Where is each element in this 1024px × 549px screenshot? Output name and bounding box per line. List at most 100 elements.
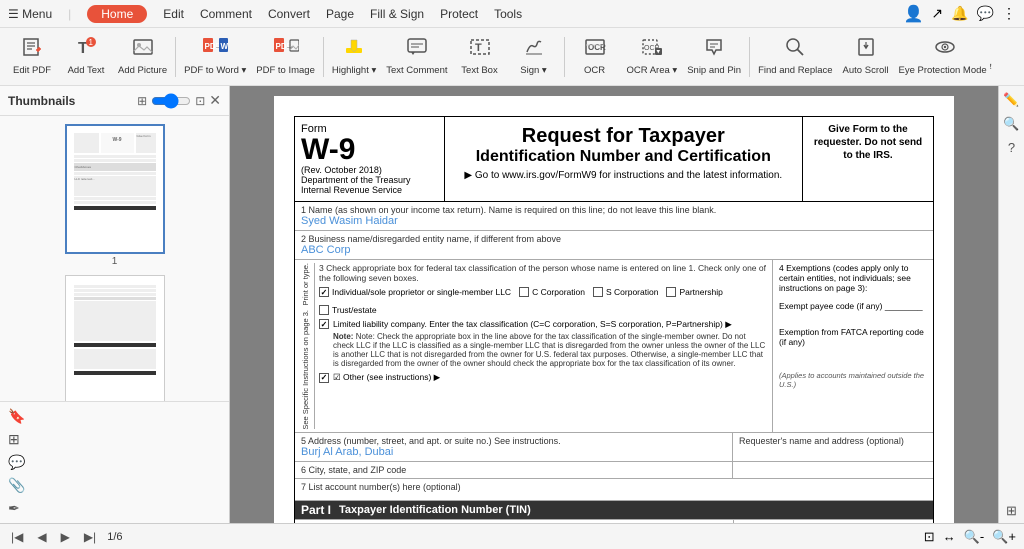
tax-classification-checkboxes: ✓ Individual/sole proprietor or single-m… bbox=[319, 287, 766, 315]
add-picture-label: Add Picture bbox=[118, 66, 167, 76]
chat-icon[interactable]: 💬 bbox=[977, 5, 994, 22]
see-specific-label: See Specific Instructions on page 3. bbox=[301, 310, 310, 430]
thumbnail-page-1[interactable]: W-9 Give Form Checkboxes LLC note text..… bbox=[8, 124, 221, 267]
checkbox-trust[interactable]: Trust/estate bbox=[319, 305, 377, 315]
form-field-1-value[interactable]: Syed Wasim Haidar bbox=[301, 215, 927, 227]
llc-row: ✓ Limited liability company. Enter the t… bbox=[319, 319, 766, 368]
llc-content: Limited liability company. Enter the tax… bbox=[333, 319, 766, 368]
form-field-4: 4 Exemptions (codes apply only to certai… bbox=[773, 260, 933, 432]
add-picture-button[interactable]: Add Picture bbox=[114, 31, 171, 83]
add-picture-icon bbox=[132, 36, 154, 64]
thumbnail-toolbar: ⊞ ⊡ ✕ bbox=[137, 92, 221, 109]
field-5-value[interactable]: Burj Al Arab, Dubai bbox=[301, 446, 726, 458]
svg-text:OCR: OCR bbox=[588, 43, 606, 52]
fit-width-button[interactable]: ↔ bbox=[943, 529, 956, 544]
menu-item-comment[interactable]: Comment bbox=[200, 7, 252, 21]
form-row-6: 6 City, state, and ZIP code bbox=[295, 462, 933, 479]
find-replace-label: Find and Replace bbox=[758, 66, 832, 76]
checkbox-partnership-box bbox=[666, 287, 676, 297]
highlight-button[interactable]: Highlight ▾ bbox=[328, 31, 380, 83]
form-field-2-value[interactable]: ABC Corp bbox=[301, 244, 927, 256]
left-panel-layers-icon[interactable]: ⊞ bbox=[8, 431, 221, 448]
edit-pdf-button[interactable]: Edit PDF bbox=[6, 31, 58, 83]
ocr-area-button[interactable]: OCR▾ OCR Area ▾ bbox=[623, 31, 682, 83]
ocr-icon: OCR bbox=[584, 36, 606, 64]
menu-item-menu[interactable]: ☰ Menu bbox=[8, 7, 52, 21]
checkbox-other-box[interactable]: ✓ bbox=[319, 373, 329, 383]
menu-item-protect[interactable]: Protect bbox=[440, 7, 478, 21]
snip-pin-button[interactable]: Snip and Pin bbox=[683, 31, 745, 83]
menu-item-edit[interactable]: Edit bbox=[163, 7, 184, 21]
prev-page-button[interactable]: ◀ bbox=[34, 530, 49, 544]
right-grid-icon[interactable]: ⊞ bbox=[1006, 503, 1017, 519]
notification-icon[interactable]: 🔔 bbox=[951, 5, 968, 22]
print-or-type-label: Print or type. bbox=[301, 263, 310, 306]
thumbnail-page-2[interactable]: 2 bbox=[8, 275, 221, 401]
thumbnail-expand-icon[interactable]: ⊡ bbox=[195, 94, 205, 108]
sign-label: Sign ▾ bbox=[520, 66, 546, 76]
pdf-to-word-button[interactable]: PDF→W PDF to Word ▾ bbox=[180, 31, 250, 83]
w9-form-number-block: Form W-9 (Rev. October 2018) Department … bbox=[295, 117, 444, 201]
first-page-button[interactable]: |◀ bbox=[8, 530, 26, 544]
text-box-icon: T bbox=[469, 36, 491, 64]
menu-item-page[interactable]: Page bbox=[326, 7, 354, 21]
menu-item-fill-sign[interactable]: Fill & Sign bbox=[370, 7, 424, 21]
pdf-content-area[interactable]: Form W-9 (Rev. October 2018) Department … bbox=[230, 86, 998, 523]
w9-form-title-block: Request for Taxpayer Identification Numb… bbox=[444, 117, 803, 201]
left-panel-signature-icon[interactable]: ✒ bbox=[8, 500, 221, 517]
w9-main-title: Request for Taxpayer bbox=[453, 125, 794, 148]
overflow-icon[interactable]: ⋮ bbox=[1002, 5, 1016, 22]
checkbox-llc-box[interactable]: ✓ bbox=[319, 319, 329, 329]
fit-page-button[interactable]: ⊡ bbox=[924, 529, 935, 545]
menu-item-tools[interactable]: Tools bbox=[494, 7, 522, 21]
thumbnail-zoom-slider[interactable] bbox=[151, 93, 191, 109]
pdf-to-image-button[interactable]: PDF→ PDF to Image bbox=[252, 31, 319, 83]
form-row-5-requester: 5 Address (number, street, and apt. or s… bbox=[295, 433, 933, 462]
checkbox-individual[interactable]: ✓ Individual/sole proprietor or single-m… bbox=[319, 287, 511, 297]
w9-url: ▶ Go to www.irs.gov/FormW9 for instructi… bbox=[453, 170, 794, 181]
left-panel-comment-icon[interactable]: 💬 bbox=[8, 454, 221, 471]
w9-form-agency: Department of the Treasury Internal Reve… bbox=[301, 175, 438, 195]
thumbnails-close-icon[interactable]: ✕ bbox=[209, 92, 221, 109]
menu-item-convert[interactable]: Convert bbox=[268, 7, 310, 21]
add-text-button[interactable]: T1 Add Text bbox=[60, 31, 112, 83]
checkbox-s-corp-box bbox=[593, 287, 603, 297]
menu-item-home[interactable]: Home bbox=[87, 5, 147, 23]
checkbox-s-corp[interactable]: S Corporation bbox=[593, 287, 658, 297]
right-help-icon[interactable]: ? bbox=[1008, 140, 1015, 155]
last-page-button[interactable]: ▶| bbox=[81, 530, 99, 544]
ocr-area-icon: OCR▾ bbox=[641, 36, 663, 64]
llc-note: Note: Note: Check the appropriate box in… bbox=[333, 332, 766, 368]
auto-scroll-button[interactable]: Auto Scroll bbox=[839, 31, 893, 83]
right-search-icon[interactable]: 🔍 bbox=[1003, 116, 1019, 132]
highlight-label: Highlight ▾ bbox=[332, 66, 376, 76]
svg-text:1: 1 bbox=[89, 38, 94, 47]
find-replace-button[interactable]: Find and Replace bbox=[754, 31, 836, 83]
thumbnails-title: Thumbnails bbox=[8, 94, 75, 108]
account-icon[interactable]: 👤 bbox=[903, 4, 923, 24]
ocr-button[interactable]: OCR OCR bbox=[569, 31, 621, 83]
left-panel-attach-icon[interactable]: 📎 bbox=[8, 477, 221, 494]
text-comment-button[interactable]: Text Comment bbox=[382, 31, 451, 83]
zoom-out-button[interactable]: 🔍- bbox=[964, 529, 985, 545]
field-6-label: 6 City, state, and ZIP code bbox=[301, 465, 726, 475]
left-panel-bookmark-icon[interactable]: 🔖 bbox=[8, 408, 221, 425]
form-field-3-label: 3 Check appropriate box for federal tax … bbox=[319, 263, 766, 283]
checkbox-c-corp[interactable]: C Corporation bbox=[519, 287, 585, 297]
text-box-button[interactable]: T Text Box bbox=[454, 31, 506, 83]
highlight-icon bbox=[343, 36, 365, 64]
ocr-label: OCR bbox=[584, 66, 605, 76]
zoom-in-button[interactable]: 🔍+ bbox=[992, 529, 1016, 545]
edit-pdf-icon bbox=[21, 36, 43, 64]
next-page-button[interactable]: ▶ bbox=[58, 530, 73, 544]
text-comment-icon bbox=[406, 36, 428, 64]
sign-button[interactable]: Sign ▾ bbox=[508, 31, 560, 83]
right-edit-icon[interactable]: ✏️ bbox=[1003, 92, 1019, 108]
share-icon[interactable]: ↗ bbox=[931, 5, 943, 22]
toolbar-separator-2 bbox=[323, 37, 324, 77]
checkbox-partnership[interactable]: Partnership bbox=[666, 287, 722, 297]
thumbnail-view-icon[interactable]: ⊞ bbox=[137, 94, 147, 108]
exempt-payee: Exempt payee code (if any) ________ bbox=[779, 301, 927, 311]
form-field-6: 6 City, state, and ZIP code bbox=[295, 462, 733, 478]
eye-protection-button[interactable]: Eye Protection Mode ꜝ bbox=[894, 31, 995, 83]
